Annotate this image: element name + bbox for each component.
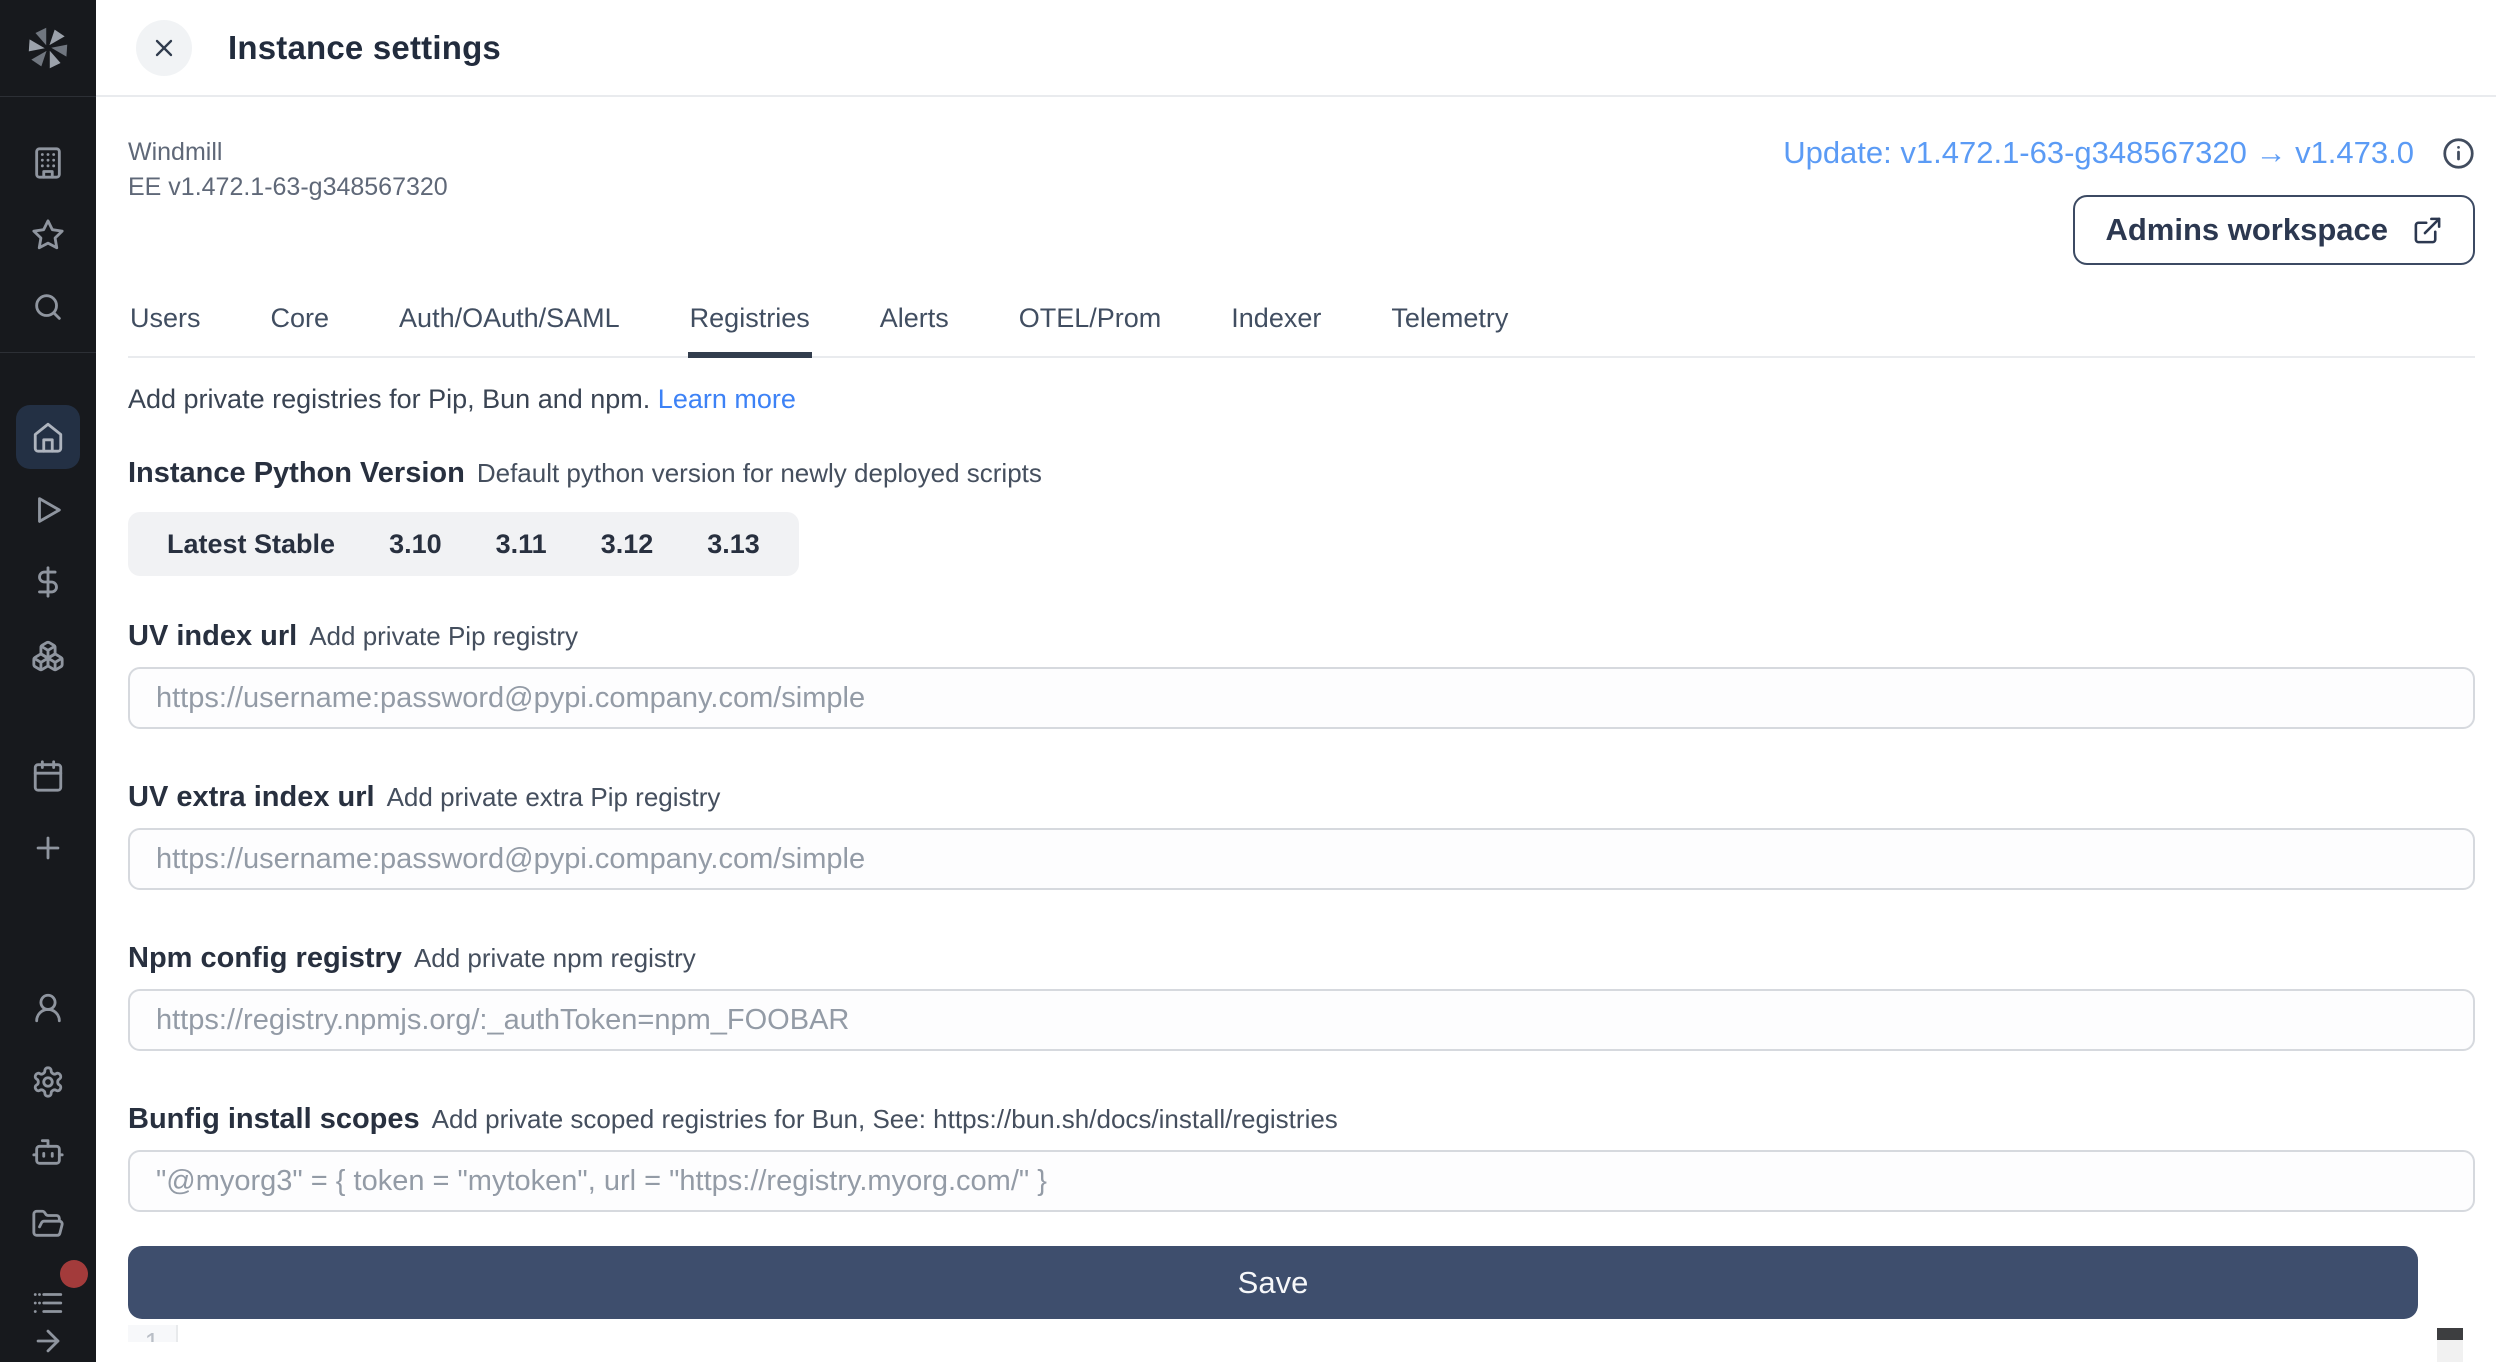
- admins-workspace-label: Admins workspace: [2105, 212, 2388, 248]
- home-icon[interactable]: [31, 420, 65, 454]
- npm-config-registry-hint: Add private npm registry: [414, 943, 696, 973]
- python-option-latest-stable[interactable]: Latest Stable: [140, 512, 362, 576]
- registries-intro-text: Add private registries for Pip, Bun and …: [128, 384, 650, 414]
- tab-core[interactable]: Core: [269, 303, 332, 356]
- scrollbar[interactable]: [2437, 1328, 2463, 1362]
- bunfig-install-scopes-hint: Add private scoped registries for Bun, S…: [432, 1104, 1338, 1134]
- tab-indexer[interactable]: Indexer: [1229, 303, 1323, 356]
- tab-users[interactable]: Users: [128, 303, 203, 356]
- python-version-title: Instance Python Version: [128, 457, 465, 489]
- external-link-icon: [2412, 215, 2443, 246]
- sidebar: [0, 0, 96, 1362]
- bunfig-install-scopes-input[interactable]: [128, 1150, 2475, 1212]
- close-button[interactable]: [136, 20, 192, 76]
- python-option-3-10[interactable]: 3.10: [362, 512, 469, 576]
- tab-registries[interactable]: Registries: [688, 303, 812, 356]
- user-icon[interactable]: [31, 991, 65, 1025]
- uv-index-url-input[interactable]: [128, 667, 2475, 729]
- gear-icon[interactable]: [31, 1065, 65, 1099]
- python-version-hint: Default python version for newly deploye…: [477, 458, 1042, 488]
- list-icon[interactable]: [31, 1286, 65, 1320]
- npm-config-registry-label: Npm config registry: [128, 942, 402, 974]
- python-version-selector: Latest Stable 3.10 3.11 3.12 3.13: [128, 512, 799, 576]
- robot-icon[interactable]: [31, 1135, 65, 1169]
- uv-extra-index-url-label: UV extra index url: [128, 781, 375, 813]
- editor-peek: 1: [128, 1325, 2475, 1342]
- uv-index-url-hint: Add private Pip registry: [309, 621, 578, 651]
- python-option-3-13[interactable]: 3.13: [680, 512, 787, 576]
- arrow-right-icon[interactable]: [31, 1324, 65, 1358]
- learn-more-link[interactable]: Learn more: [658, 384, 796, 414]
- settings-tabs: Users Core Auth/OAuth/SAML Registries Al…: [128, 303, 2475, 358]
- python-option-3-12[interactable]: 3.12: [574, 512, 681, 576]
- update-link[interactable]: Update: v1.472.1-63-g348567320 → v1.473.…: [1783, 135, 2414, 171]
- building-icon[interactable]: [31, 146, 65, 180]
- tab-otel-prom[interactable]: OTEL/Prom: [1017, 303, 1164, 356]
- play-icon[interactable]: [31, 493, 65, 527]
- page-title: Instance settings: [228, 29, 501, 67]
- search-icon[interactable]: [31, 290, 65, 324]
- uv-index-url-label: UV index url: [128, 620, 297, 652]
- editor-line-number: 1: [128, 1325, 178, 1342]
- uv-extra-index-url-hint: Add private extra Pip registry: [387, 782, 721, 812]
- drawer-header: Instance settings: [96, 0, 2496, 97]
- instance-settings-panel: Instance settings Windmill EE v1.472.1-6…: [96, 0, 2496, 1362]
- sidebar-divider: [0, 352, 96, 353]
- close-icon: [150, 34, 178, 62]
- tab-alerts[interactable]: Alerts: [878, 303, 951, 356]
- product-name: Windmill: [128, 135, 448, 170]
- boxes-icon[interactable]: [31, 639, 65, 673]
- notification-badge: [60, 1260, 88, 1288]
- plus-icon[interactable]: [31, 831, 65, 865]
- folder-open-icon[interactable]: [31, 1207, 65, 1241]
- python-option-3-11[interactable]: 3.11: [469, 512, 574, 576]
- tab-telemetry[interactable]: Telemetry: [1389, 303, 1510, 356]
- star-icon[interactable]: [31, 218, 65, 252]
- info-icon[interactable]: [2442, 137, 2475, 170]
- windmill-logo[interactable]: [23, 23, 73, 73]
- save-button[interactable]: Save: [128, 1246, 2418, 1319]
- calendar-icon[interactable]: [31, 759, 65, 793]
- npm-config-registry-input[interactable]: [128, 989, 2475, 1051]
- sidebar-divider: [0, 96, 96, 97]
- admins-workspace-button[interactable]: Admins workspace: [2073, 195, 2475, 265]
- instance-version: Windmill EE v1.472.1-63-g348567320: [128, 135, 448, 265]
- bunfig-install-scopes-label: Bunfig install scopes: [128, 1103, 420, 1135]
- edition-version: EE v1.472.1-63-g348567320: [128, 170, 448, 205]
- tab-auth-oauth-saml[interactable]: Auth/OAuth/SAML: [397, 303, 622, 356]
- scrollbar-thumb[interactable]: [2437, 1328, 2463, 1340]
- dollar-icon[interactable]: [31, 565, 65, 599]
- uv-extra-index-url-input[interactable]: [128, 828, 2475, 890]
